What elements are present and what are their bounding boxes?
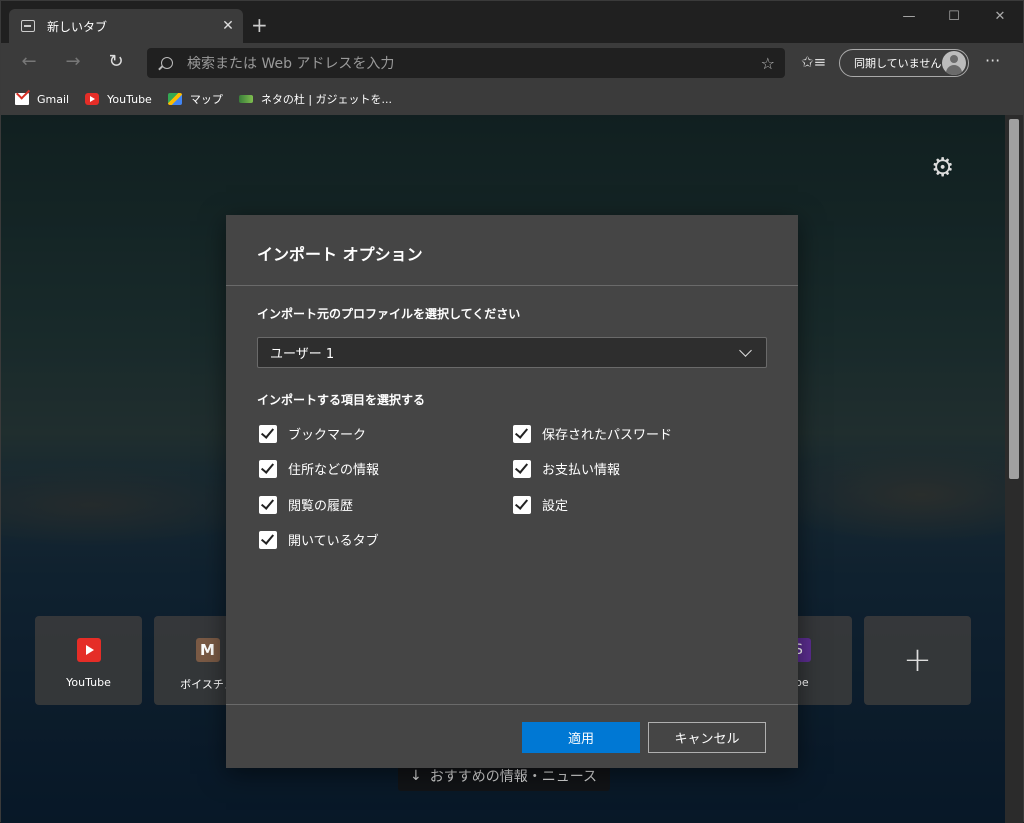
apply-button[interactable]: 適用 (522, 722, 640, 753)
tab-title: 新しいタブ (47, 19, 108, 34)
back-arrow-icon[interactable]: ← (17, 51, 41, 72)
new-tab-button[interactable]: + (251, 15, 268, 35)
checkbox-label: ブックマーク (288, 428, 367, 443)
checkbox-open-tabs[interactable]: 開いているタブ (259, 530, 379, 549)
items-label: インポートする項目を選択する (257, 393, 426, 407)
bookmark-netanomori[interactable]: ネタの杜 | ガジェットを... (238, 91, 393, 107)
checkbox-checked-icon[interactable] (513, 495, 531, 514)
netanomori-icon (238, 95, 253, 103)
profile-select[interactable]: ユーザー 1 (257, 337, 767, 368)
address-placeholder: 検索または Web アドレスを入力 (187, 56, 395, 72)
checkbox-checked-icon[interactable] (259, 530, 277, 549)
divider (226, 285, 798, 286)
checkbox-checked-icon[interactable] (513, 424, 531, 443)
checkbox-checked-icon[interactable] (259, 495, 277, 514)
close-window-icon[interactable]: ✕ (985, 9, 1015, 24)
cancel-button[interactable]: キャンセル (648, 722, 766, 753)
site-letter-icon: M (195, 638, 220, 662)
checkbox-addresses[interactable]: 住所などの情報 (259, 459, 379, 478)
favorites-list-icon[interactable]: ✩≡ (801, 53, 826, 71)
divider (226, 704, 798, 705)
bookmark-label: Gmail (37, 92, 70, 106)
refresh-icon[interactable]: ↻ (104, 51, 128, 72)
more-options-icon[interactable]: ··· (985, 51, 1000, 70)
checkbox-saved-passwords[interactable]: 保存されたパスワード (513, 424, 672, 443)
checkbox-label: 開いているタブ (288, 534, 379, 549)
profile-select-value: ユーザー 1 (270, 347, 335, 362)
youtube-icon (76, 638, 101, 662)
address-bar[interactable]: 検索または Web アドレスを入力 ☆ (147, 48, 785, 78)
browser-window: 新しいタブ ✕ + — ☐ ✕ ← → ↻ 検索または Web アドレスを入力 … (0, 0, 1024, 823)
youtube-icon (85, 93, 100, 105)
checkbox-label: 住所などの情報 (288, 463, 380, 478)
bookmark-label: ネタの杜 | ガジェットを... (260, 93, 393, 106)
arrow-down-icon: ↓ (410, 768, 422, 784)
new-tab-page-icon (21, 20, 35, 32)
minimize-icon[interactable]: — (894, 9, 924, 24)
quick-link-label: YouTube (66, 676, 111, 689)
bookmarks-bar: Gmail YouTube マップ ネタの杜 | ガジェットを... (1, 83, 1023, 115)
search-icon (161, 57, 173, 69)
checkbox-label: 閲覧の履歴 (288, 499, 354, 514)
tab-strip: 新しいタブ ✕ + — ☐ ✕ (1, 1, 1023, 43)
checkbox-payment-info[interactable]: お支払い情報 (513, 459, 620, 478)
bookmark-youtube[interactable]: YouTube (85, 93, 152, 106)
checkbox-label: 設定 (542, 499, 569, 514)
import-options-dialog: インポート オプション インポート元のプロファイルを選択してください ユーザー … (226, 215, 798, 768)
sync-profile-button[interactable]: 同期していません (839, 49, 969, 77)
checkbox-checked-icon[interactable] (259, 459, 277, 478)
chevron-down-icon (739, 343, 752, 357)
forward-arrow-icon[interactable]: → (61, 51, 85, 72)
profile-label: インポート元のプロファイルを選択してください (257, 307, 521, 321)
close-tab-icon[interactable]: ✕ (217, 18, 239, 34)
favorite-star-icon[interactable]: ☆ (761, 54, 775, 73)
bookmark-maps[interactable]: マップ (167, 91, 223, 107)
checkbox-checked-icon[interactable] (513, 459, 531, 478)
gmail-icon (15, 93, 29, 105)
checkbox-checked-icon[interactable] (259, 424, 277, 443)
tab-new-tab[interactable]: 新しいタブ ✕ (9, 9, 243, 43)
avatar (942, 51, 966, 75)
dialog-title: インポート オプション (257, 245, 423, 264)
sync-label: 同期していません (854, 57, 942, 70)
checkbox-label: 保存されたパスワード (542, 428, 673, 443)
scrollbar-thumb[interactable] (1009, 119, 1019, 479)
scrollbar[interactable] (1005, 115, 1023, 823)
quick-link-youtube[interactable]: YouTube (35, 616, 142, 705)
checkbox-bookmarks[interactable]: ブックマーク (259, 424, 366, 443)
bookmark-label: マップ (189, 93, 223, 106)
bookmark-label: YouTube (107, 92, 152, 106)
checkbox-settings[interactable]: 設定 (513, 495, 568, 514)
checkbox-history[interactable]: 閲覧の履歴 (259, 495, 353, 514)
news-label: おすすめの情報・ニュース (429, 769, 598, 785)
maximize-icon[interactable]: ☐ (939, 9, 969, 24)
add-quick-link-button[interactable]: + (864, 616, 971, 705)
checkbox-label: お支払い情報 (542, 463, 621, 478)
navigation-bar: ← → ↻ 検索または Web アドレスを入力 ☆ ✩≡ 同期していません ··… (1, 43, 1023, 83)
bookmark-gmail[interactable]: Gmail (15, 93, 69, 106)
gear-icon[interactable]: ⚙ (931, 153, 954, 183)
maps-icon (167, 93, 182, 105)
